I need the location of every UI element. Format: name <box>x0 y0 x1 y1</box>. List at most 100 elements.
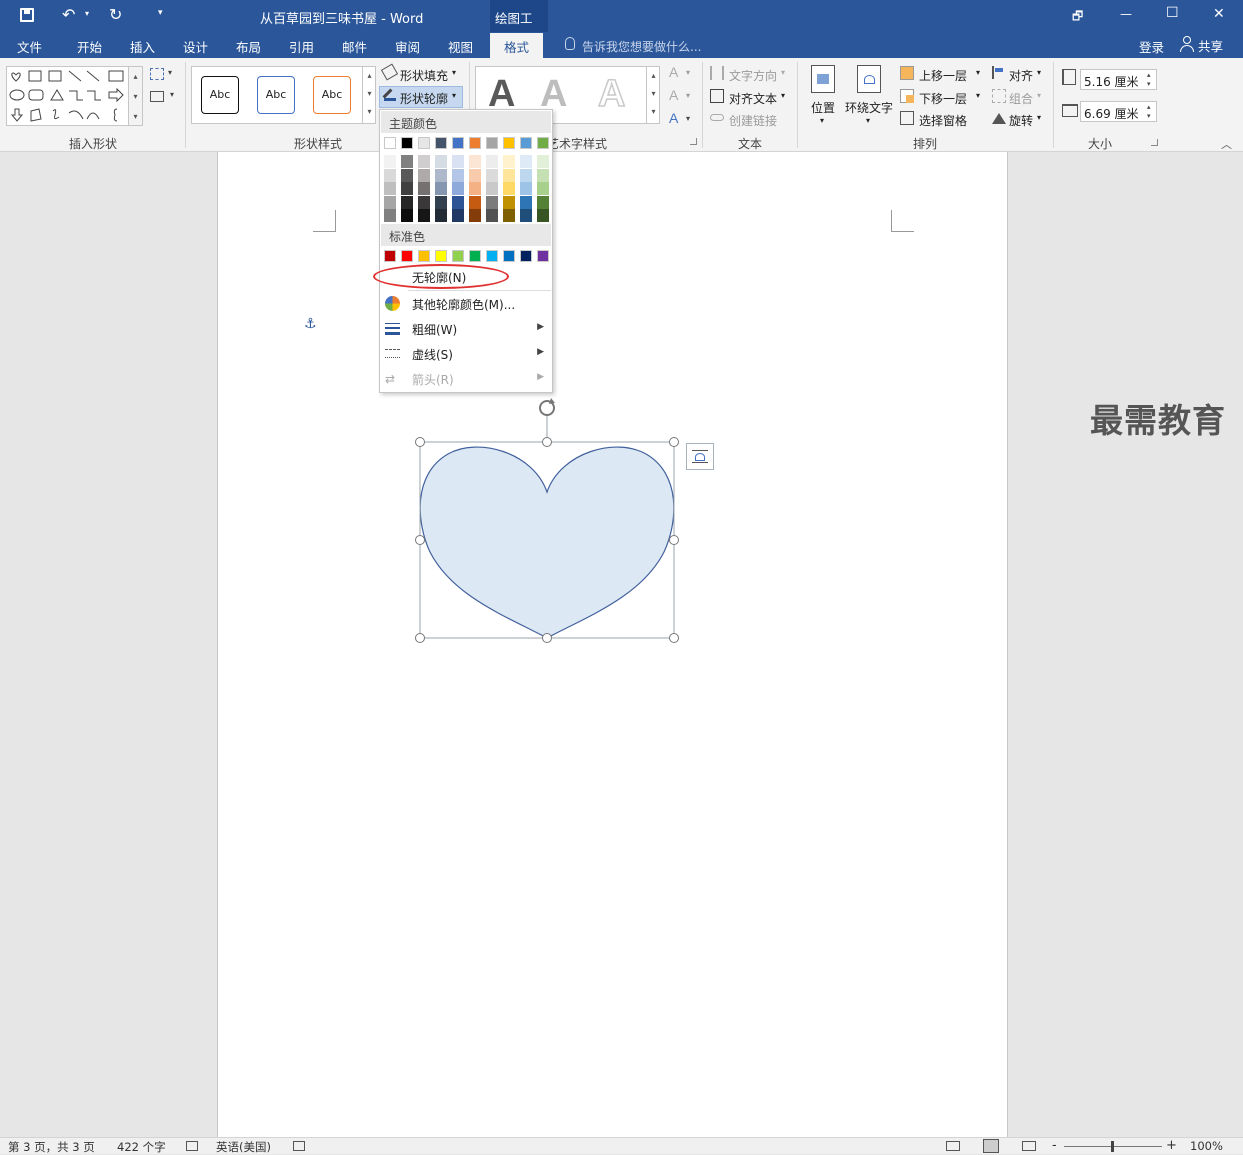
tab-format[interactable]: 格式 <box>490 33 544 58</box>
shape-fill-dropdown-icon[interactable]: ▾ <box>452 68 456 77</box>
rotate-handle[interactable] <box>539 398 555 416</box>
resize-handle-top[interactable] <box>542 437 552 447</box>
theme-shade-swatch[interactable] <box>401 182 413 195</box>
web-layout-icon[interactable] <box>1022 1141 1036 1151</box>
shape-style-blue[interactable]: Abc <box>257 76 295 114</box>
resize-handle-left[interactable] <box>415 535 425 545</box>
theme-shade-swatch[interactable] <box>503 168 515 182</box>
theme-shade-swatch[interactable] <box>435 155 447 168</box>
macro-icon[interactable] <box>293 1141 305 1151</box>
theme-shade-swatch[interactable] <box>537 195 549 209</box>
theme-shade-swatch[interactable] <box>401 209 413 222</box>
theme-shade-swatch[interactable] <box>537 155 549 168</box>
selection-pane-button[interactable]: 选择窗格 <box>919 112 967 129</box>
theme-shade-swatch[interactable] <box>452 195 464 209</box>
shape-styles-gallery[interactable]: Abc Abc Abc ▴ ▾ ▾ <box>191 66 376 124</box>
text-effects-icon[interactable]: A <box>669 110 678 126</box>
position-button[interactable]: 位置 <box>811 99 835 116</box>
edit-shape-icon[interactable] <box>150 68 164 80</box>
standard-color-swatch[interactable] <box>469 250 481 262</box>
theme-color-swatch[interactable] <box>384 137 396 149</box>
create-link-button[interactable]: 创建链接 <box>729 112 777 129</box>
theme-shade-swatch[interactable] <box>537 168 549 182</box>
zoom-in-button[interactable]: + <box>1166 1138 1177 1153</box>
theme-shade-swatch[interactable] <box>418 168 430 182</box>
theme-color-swatch[interactable] <box>520 137 532 149</box>
minimize-button[interactable]: — <box>1120 7 1132 21</box>
login-link[interactable]: 登录 <box>1139 37 1164 56</box>
standard-color-swatch[interactable] <box>503 250 515 262</box>
theme-shade-swatch[interactable] <box>452 168 464 182</box>
standard-color-swatch[interactable] <box>418 250 430 262</box>
theme-shade-swatch[interactable] <box>452 155 464 168</box>
theme-color-swatch[interactable] <box>503 137 515 149</box>
standard-color-swatch[interactable] <box>537 250 549 262</box>
standard-color-swatch[interactable] <box>520 250 532 262</box>
text-fill-icon[interactable]: A <box>669 64 678 80</box>
theme-shade-swatch[interactable] <box>486 182 498 195</box>
theme-shade-swatch[interactable] <box>418 195 430 209</box>
theme-shade-swatch[interactable] <box>401 168 413 182</box>
shapes-gallery-icons[interactable] <box>7 67 144 127</box>
tab-review[interactable]: 审阅 <box>395 37 420 56</box>
weight-item[interactable]: 粗细(W) ▶ <box>380 317 552 341</box>
theme-color-swatch[interactable] <box>469 137 481 149</box>
theme-shade-swatch[interactable] <box>503 182 515 195</box>
language[interactable]: 英语(美国) <box>216 1139 271 1155</box>
resize-handle-bottom-right[interactable] <box>669 633 679 643</box>
width-input[interactable]: 6.69 厘米 ▴ ▾ <box>1080 101 1157 122</box>
theme-shade-swatch[interactable] <box>435 195 447 209</box>
resize-handle-top-right[interactable] <box>669 437 679 447</box>
theme-shade-swatch[interactable] <box>452 209 464 222</box>
dashes-item[interactable]: 虚线(S) ▶ <box>380 342 552 366</box>
text-outline-icon[interactable]: A <box>669 87 678 103</box>
theme-shade-swatch[interactable] <box>469 182 481 195</box>
maximize-button[interactable]: ☐ <box>1166 5 1179 21</box>
wordart-style-3[interactable]: A <box>597 72 626 116</box>
theme-shade-swatch[interactable] <box>452 182 464 195</box>
document-page[interactable]: ⚓ <box>217 152 1008 1137</box>
shape-outline-button[interactable]: 形状轮廓 <box>400 90 448 107</box>
theme-shade-swatch[interactable] <box>435 209 447 222</box>
shape-outline-dropdown-icon[interactable]: ▾ <box>452 91 456 100</box>
tab-design[interactable]: 设计 <box>183 37 208 56</box>
shapes-gallery[interactable] <box>6 66 143 126</box>
print-layout-icon[interactable] <box>983 1139 999 1153</box>
tab-file[interactable]: 文件 <box>17 37 42 56</box>
more-outline-colors-item[interactable]: 其他轮廓颜色(M)... <box>380 292 552 316</box>
width-spinner-icon[interactable]: ▴ ▾ <box>1147 103 1151 121</box>
ribbon-display-options-button[interactable]: 🗗 <box>1072 7 1083 28</box>
layout-options-button[interactable] <box>686 443 714 470</box>
text-direction-button[interactable]: 文字方向 <box>729 67 777 84</box>
shape-fill-button[interactable]: 形状填充 <box>400 67 448 84</box>
theme-shade-swatch[interactable] <box>384 182 396 195</box>
text-box-dropdown-icon[interactable]: ▾ <box>170 90 174 99</box>
zoom-slider-thumb[interactable] <box>1111 1141 1114 1152</box>
theme-shade-swatch[interactable] <box>401 155 413 168</box>
undo-dropdown-icon[interactable]: ▾ <box>85 9 89 18</box>
theme-shade-swatch[interactable] <box>418 209 430 222</box>
standard-color-swatch[interactable] <box>435 250 447 262</box>
text-box-icon[interactable] <box>150 91 164 102</box>
tab-home[interactable]: 开始 <box>77 37 102 56</box>
theme-shade-swatch[interactable] <box>418 182 430 195</box>
theme-color-swatch[interactable] <box>401 137 413 149</box>
theme-shade-swatch[interactable] <box>469 209 481 222</box>
bring-forward-button[interactable]: 上移一层 <box>919 67 967 84</box>
tab-references[interactable]: 引用 <box>289 37 314 56</box>
page-count[interactable]: 第 3 页，共 3 页 <box>8 1139 95 1155</box>
theme-shade-swatch[interactable] <box>503 195 515 209</box>
theme-color-swatch[interactable] <box>418 137 430 149</box>
theme-color-swatch[interactable] <box>452 137 464 149</box>
word-count[interactable]: 422 个字 <box>117 1139 166 1155</box>
standard-color-swatch[interactable] <box>401 250 413 262</box>
wordart-scroll[interactable]: ▴ ▾ ▾ <box>646 67 660 123</box>
read-mode-icon[interactable] <box>946 1141 960 1151</box>
customize-toolbar-icon[interactable]: ▾ <box>158 8 163 18</box>
shape-style-orange[interactable]: Abc <box>313 76 351 114</box>
undo-icon[interactable]: ↶ <box>62 5 75 24</box>
theme-shade-swatch[interactable] <box>520 195 532 209</box>
edit-shape-dropdown-icon[interactable]: ▾ <box>168 68 172 77</box>
send-backward-button[interactable]: 下移一层 <box>919 90 967 107</box>
arrows-item[interactable]: ⇄ 箭头(R) ▶ <box>380 367 552 391</box>
